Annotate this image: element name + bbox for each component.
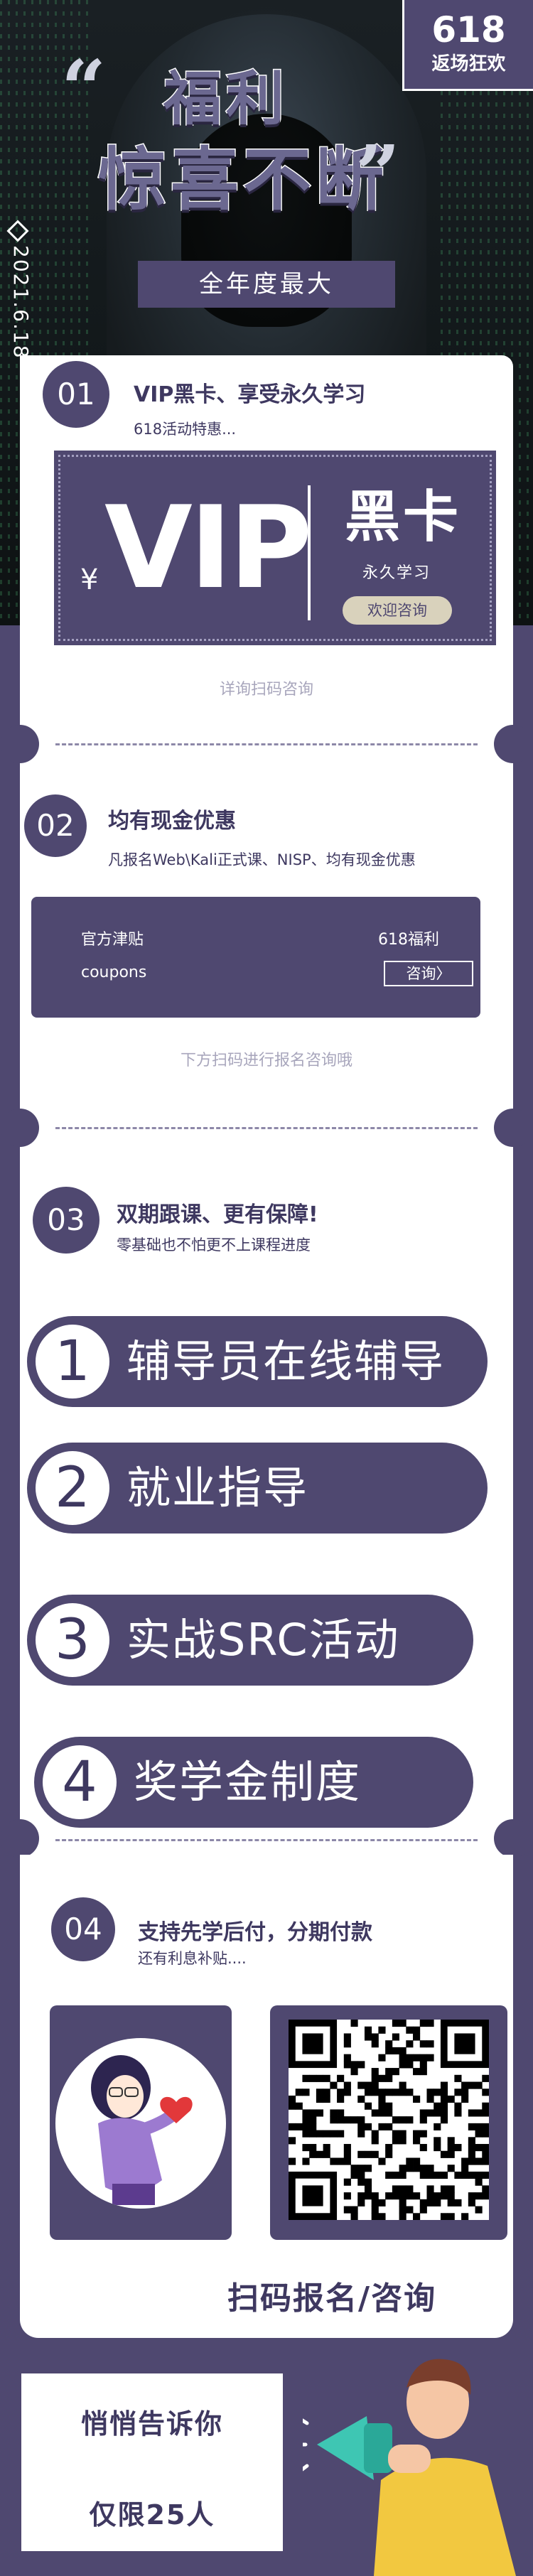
- benefit-number: 3: [36, 1603, 109, 1677]
- section3-title: 双期跟课、更有保障!: [117, 1202, 318, 1227]
- coupon-consult-button[interactable]: 咨询〉: [384, 961, 473, 986]
- badge-text: 返场狂欢: [431, 53, 506, 75]
- section-number-badge: 04: [51, 1897, 115, 1961]
- benefit-label: 奖学金制度: [134, 1756, 362, 1808]
- open-quote-mark: “: [61, 43, 107, 134]
- section3-subtitle: 零基础也不怕更不上课程进度: [117, 1236, 311, 1254]
- coupon-label-official: 官方津贴: [81, 931, 144, 949]
- card-notch: [494, 1819, 532, 1858]
- dashed-divider: [55, 1839, 478, 1841]
- section1-subtitle: 618活动特惠...: [134, 421, 237, 438]
- black-card-label: 黑卡: [345, 485, 462, 549]
- section2-title: 均有现金优惠: [108, 809, 236, 834]
- bottom-note-card: 悄悄告诉你 仅限25人: [21, 2373, 283, 2551]
- qr-code-box: [270, 2005, 507, 2240]
- dashed-divider: [55, 743, 478, 745]
- section-number-badge: 01: [43, 361, 109, 428]
- card-notch: [494, 1109, 532, 1147]
- vip-card-ticket: ¥ VIP 黑卡 永久学习 欢迎咨询: [54, 451, 496, 645]
- card-notch: [1, 725, 39, 763]
- section-number-badge: 03: [33, 1187, 99, 1254]
- section1-hint: 详询扫码咨询: [219, 681, 313, 699]
- badge-618: 618 返场狂欢: [402, 0, 533, 91]
- card-notch: [494, 725, 532, 763]
- man-with-megaphone-illustration: [291, 2338, 533, 2576]
- card-notch: [1, 1109, 39, 1147]
- bottom-line1: 悄悄告诉你: [80, 2408, 223, 2440]
- hero-date: 2021.6.18: [9, 245, 33, 360]
- hero-title-line2: 惊喜不断: [97, 140, 388, 220]
- benefit-number: 4: [43, 1745, 117, 1819]
- coupon-card: 官方津贴 618福利 coupons 咨询〉: [31, 897, 480, 1018]
- coupon-label-618: 618福利: [378, 931, 439, 949]
- benefit-label: 就业指导: [126, 1462, 309, 1514]
- close-quote-mark: ”: [355, 128, 401, 220]
- badge-number: 618: [431, 9, 506, 50]
- consult-button[interactable]: 欢迎咨询: [343, 596, 452, 625]
- section-number-badge: 02: [24, 794, 87, 857]
- qr-code[interactable]: [289, 2020, 490, 2221]
- benefit-item: 4 奖学金制度: [34, 1737, 473, 1828]
- benefit-label: 实战SRC活动: [126, 1614, 400, 1666]
- card-notch: [1, 1819, 39, 1858]
- benefit-item: 1 辅导员在线辅导: [27, 1316, 488, 1407]
- illustration-box: [50, 2005, 232, 2240]
- permanent-study-label: 永久学习: [362, 564, 431, 582]
- bottom-line2: 仅限25人: [89, 2499, 215, 2531]
- hero-subtitle: 全年度最大: [138, 261, 395, 308]
- section4-subtitle: 还有利息补贴....: [138, 1950, 247, 1967]
- section2-hint: 下方扫码进行报名咨询哦: [180, 1052, 352, 1069]
- benefit-item: 2 就业指导: [27, 1443, 488, 1534]
- coupon-label-coupons: coupons: [81, 964, 147, 981]
- girl-with-heart-illustration: [55, 2038, 226, 2209]
- dashed-divider: [55, 1127, 478, 1129]
- benefit-number: 2: [36, 1451, 109, 1525]
- scan-to-register-text: 扫码报名/咨询: [227, 2280, 437, 2317]
- section2-subtitle: 凡报名Web\Kali正式课、NISP、均有现金优惠: [108, 851, 416, 868]
- vip-divider-line: [308, 485, 311, 620]
- benefit-item: 3 实战SRC活动: [27, 1595, 473, 1686]
- vip-label: VIP: [104, 481, 313, 614]
- benefit-label: 辅导员在线辅导: [126, 1335, 446, 1387]
- section1-title: VIP黑卡、享受永久学习: [134, 382, 366, 407]
- yen-symbol: ¥: [80, 564, 99, 596]
- section4-title: 支持先学后付，分期付款: [138, 1920, 372, 1945]
- benefit-number: 1: [36, 1325, 109, 1399]
- hero-title-line1: 福利: [162, 65, 289, 134]
